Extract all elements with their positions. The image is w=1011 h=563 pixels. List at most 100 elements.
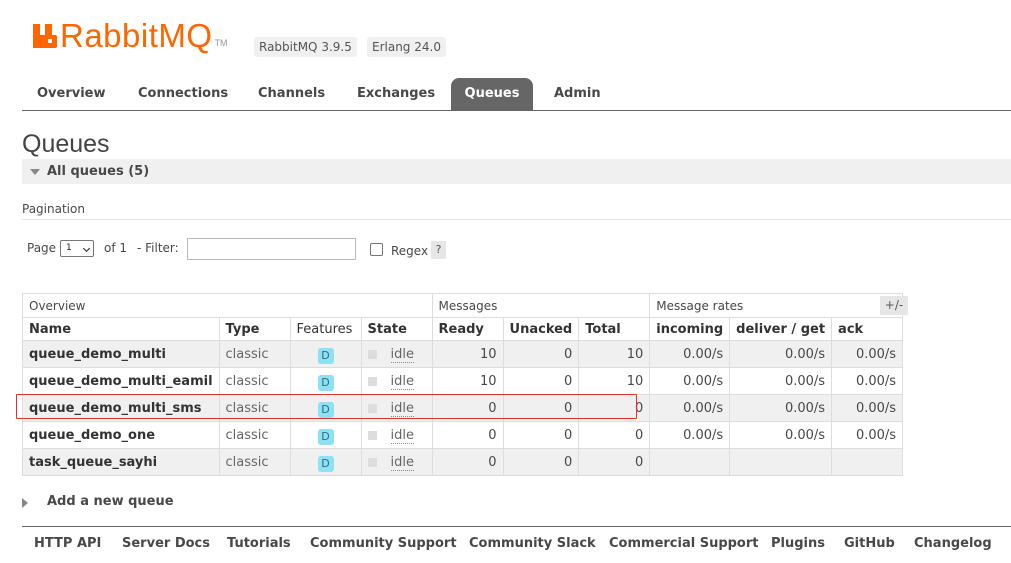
ack-rate: 0.00/s	[831, 367, 904, 395]
state-indicator-icon	[367, 457, 377, 467]
col-type[interactable]: Type	[218, 317, 291, 341]
queue-state: idle	[390, 427, 415, 444]
ready-count: 10	[431, 367, 504, 395]
footer-link-plugins[interactable]: Plugins	[771, 536, 825, 551]
tab-overview[interactable]: Overview	[37, 78, 106, 110]
all-queues-section-toggle[interactable]: All queues (5)	[22, 159, 1011, 184]
total-count: 0	[578, 421, 651, 449]
footer-link-commercial-support[interactable]: Commercial Support	[609, 536, 759, 551]
deliver-get-rate: 0.00/s	[729, 340, 833, 368]
incoming-rate: 0.00/s	[649, 340, 731, 368]
toggle-columns-button[interactable]: +/-	[880, 296, 908, 315]
unacked-count: 0	[502, 367, 580, 395]
ack-rate	[831, 448, 904, 476]
queue-state: idle	[390, 454, 415, 471]
tab-channels[interactable]: Channels	[258, 78, 325, 110]
main-nav-tabs: Overview Connections Channels Exchanges …	[22, 78, 1011, 111]
unacked-count: 0	[502, 421, 580, 449]
pagination-divider	[22, 219, 1011, 220]
add-new-queue-toggle[interactable]: Add a new queue	[22, 494, 174, 509]
regex-help-button[interactable]: ?	[431, 241, 446, 259]
durable-badge: D	[317, 347, 334, 364]
col-deliver-get[interactable]: deliver / get	[729, 317, 833, 341]
col-ack[interactable]: ack	[831, 317, 904, 341]
queue-type: classic	[218, 448, 291, 476]
total-count: 10	[578, 367, 651, 395]
expand-triangle-icon	[22, 498, 28, 508]
rabbitmq-version-badge: RabbitMQ 3.9.5	[254, 37, 357, 57]
queue-state: idle	[390, 346, 415, 363]
regex-label: Regex	[391, 244, 429, 258]
footer-divider	[22, 526, 1011, 527]
footer-link-changelog[interactable]: Changelog	[914, 536, 992, 551]
rabbitmq-logo-icon	[33, 24, 57, 48]
row-highlight-box	[16, 394, 637, 419]
queue-name-link[interactable]: queue_demo_multi	[22, 340, 220, 368]
page-title: Queues	[22, 130, 110, 158]
footer-link-community-support[interactable]: Community Support	[310, 536, 457, 551]
ready-count: 0	[431, 421, 504, 449]
col-features: Features	[289, 317, 362, 341]
table-row: queue_demo_multi_eamil classic D idle 10…	[22, 367, 904, 395]
ack-rate: 0.00/s	[831, 394, 904, 422]
deliver-get-rate	[729, 448, 833, 476]
durable-badge: D	[317, 428, 334, 445]
queue-name-link[interactable]: task_queue_sayhi	[22, 448, 220, 476]
filter-input[interactable]	[187, 238, 356, 260]
incoming-rate: 0.00/s	[649, 394, 731, 422]
footer-link-server-docs[interactable]: Server Docs	[122, 536, 210, 551]
footer-link-http-api[interactable]: HTTP API	[34, 536, 101, 551]
table-row: queue_demo_multi classic D idle 10 0 10 …	[22, 340, 904, 368]
footer-link-community-slack[interactable]: Community Slack	[469, 536, 596, 551]
page-label: Page	[27, 241, 57, 255]
logo-trademark: TM	[214, 38, 228, 48]
section-title: All queues (5)	[47, 164, 150, 179]
durable-badge: D	[317, 374, 334, 391]
tab-connections[interactable]: Connections	[138, 78, 228, 110]
col-unacked[interactable]: Unacked	[502, 317, 580, 341]
unacked-count: 0	[502, 340, 580, 368]
collapse-triangle-icon	[30, 169, 40, 175]
queue-state: idle	[390, 373, 415, 390]
erlang-version-badge: Erlang 24.0	[367, 37, 446, 57]
deliver-get-rate: 0.00/s	[729, 394, 833, 422]
tab-exchanges[interactable]: Exchanges	[357, 78, 435, 110]
total-count: 0	[578, 448, 651, 476]
tab-admin[interactable]: Admin	[554, 78, 601, 110]
filter-label: - Filter:	[137, 241, 179, 255]
queue-name-link[interactable]: queue_demo_multi_eamil	[22, 367, 220, 395]
col-incoming[interactable]: incoming	[649, 317, 731, 341]
col-name[interactable]: Name	[22, 317, 220, 341]
queues-table: Overview Messages Message rates Name Typ…	[22, 293, 904, 476]
queue-name-link[interactable]: queue_demo_one	[22, 421, 220, 449]
col-ready[interactable]: Ready	[431, 317, 504, 341]
rabbitmq-logo[interactable]: RabbitMQ TM	[33, 18, 228, 54]
queue-type: classic	[218, 367, 291, 395]
queue-type: classic	[218, 340, 291, 368]
tab-queues[interactable]: Queues	[451, 78, 533, 110]
group-overview: Overview	[22, 293, 433, 318]
incoming-rate	[649, 448, 731, 476]
ready-count: 10	[431, 340, 504, 368]
table-row: queue_demo_one classic D idle 0 0 0 0.00…	[22, 421, 904, 449]
state-indicator-icon	[367, 430, 377, 440]
group-message-rates: Message rates	[649, 293, 904, 318]
col-total[interactable]: Total	[578, 317, 651, 341]
state-indicator-icon	[367, 376, 377, 386]
state-indicator-icon	[367, 349, 377, 359]
footer-link-tutorials[interactable]: Tutorials	[227, 536, 291, 551]
ready-count: 0	[431, 448, 504, 476]
unacked-count: 0	[502, 448, 580, 476]
footer-link-github[interactable]: GitHub	[844, 536, 895, 551]
durable-badge: D	[317, 455, 334, 472]
regex-checkbox[interactable]	[370, 243, 383, 256]
ack-rate: 0.00/s	[831, 421, 904, 449]
incoming-rate: 0.00/s	[649, 421, 731, 449]
page-select[interactable]: 1	[60, 240, 94, 257]
group-messages: Messages	[431, 293, 651, 318]
deliver-get-rate: 0.00/s	[729, 421, 833, 449]
incoming-rate: 0.00/s	[649, 367, 731, 395]
page-count-label: of 1	[104, 241, 128, 255]
table-row: task_queue_sayhi classic D idle 0 0 0	[22, 448, 904, 476]
col-state[interactable]: State	[360, 317, 433, 341]
